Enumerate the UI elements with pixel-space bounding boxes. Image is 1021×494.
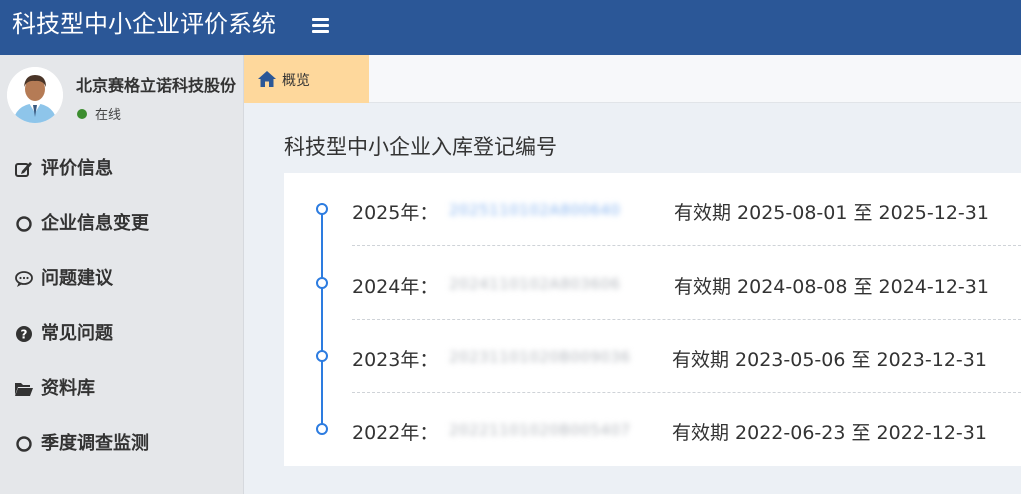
record-year: 2022年： — [352, 422, 439, 444]
sidebar: 北京赛格立诺科技股份 在线 评价信息 企业信息变更 问题建议 ? 常见问题 资料… — [0, 55, 244, 494]
sidebar-item-suggestions[interactable]: 问题建议 — [0, 257, 243, 301]
validity-period: 有效期 2023-05-06 至 2023-12-31 — [672, 349, 987, 371]
timeline-item: 2024年： 2024110102A803606 有效期 2024-08-08 … — [284, 246, 1021, 320]
validity-period: 有效期 2022-06-23 至 2022-12-31 — [672, 422, 987, 444]
sidebar-item-label: 问题建议 — [41, 268, 113, 289]
registration-code: 2024110102A803606 — [449, 275, 621, 293]
avatar — [7, 67, 63, 123]
company-name: 北京赛格立诺科技股份 — [76, 76, 237, 95]
tab-label: 概览 — [282, 73, 310, 89]
tab-overview[interactable]: 概览 — [244, 55, 369, 103]
tab-bar: 概览 — [244, 55, 1021, 103]
comment-icon — [15, 271, 33, 287]
validity-period: 有效期 2024-08-08 至 2024-12-31 — [674, 276, 989, 298]
sidebar-item-label: 资料库 — [41, 378, 95, 399]
sidebar-item-label: 评价信息 — [41, 158, 113, 179]
record-year: 2024年： — [352, 276, 439, 298]
question-circle-icon: ? — [16, 326, 32, 342]
registration-code: 2025110102A800640 — [449, 201, 621, 219]
sidebar-item-label: 季度调查监测 — [41, 433, 149, 454]
user-avatar-icon — [7, 67, 63, 123]
timeline-item: 2023年： 20231101020B009036 有效期 2023-05-06… — [284, 319, 1021, 393]
online-status-dot — [77, 109, 87, 119]
circle-icon — [16, 436, 32, 452]
circle-icon — [16, 216, 32, 232]
timeline-item: 2025年： 2025110102A800640 有效期 2025-08-01 … — [284, 173, 1021, 246]
validity-period: 有效期 2025-08-01 至 2025-12-31 — [674, 202, 989, 224]
record-year: 2023年： — [352, 349, 439, 371]
sidebar-item-library[interactable]: 资料库 — [0, 367, 243, 411]
sidebar-item-company-info-change[interactable]: 企业信息变更 — [0, 202, 243, 246]
page-title: 科技型中小企业入库登记编号 — [284, 135, 557, 159]
sidebar-item-label: 常见问题 — [41, 323, 113, 344]
sidebar-item-quarterly-survey[interactable]: 季度调查监测 — [0, 422, 243, 466]
timeline-item: 2022年： 20221101020B005407 有效期 2022-06-23… — [284, 392, 1021, 465]
timeline-dot — [316, 277, 328, 289]
hamburger-icon[interactable] — [309, 13, 333, 37]
sidebar-item-faq[interactable]: ? 常见问题 — [0, 312, 243, 356]
top-bar: 科技型中小企业评价系统 — [0, 0, 1021, 55]
sidebar-item-evaluation-info[interactable]: 评价信息 — [0, 147, 243, 191]
registration-code: 20231101020B009036 — [449, 348, 631, 366]
timeline-dot — [316, 423, 328, 435]
timeline-dot — [316, 350, 328, 362]
sidebar-item-label: 企业信息变更 — [41, 213, 149, 234]
home-icon — [258, 71, 276, 87]
folder-open-icon — [15, 383, 33, 396]
app-title: 科技型中小企业评价系统 — [12, 10, 276, 38]
registration-timeline-card: 2025年： 2025110102A800640 有效期 2025-08-01 … — [284, 173, 1021, 466]
online-status-label: 在线 — [95, 108, 122, 123]
registration-code: 20221101020B005407 — [449, 421, 631, 439]
svg-text:?: ? — [21, 328, 28, 342]
timeline-dot — [316, 203, 328, 215]
edit-icon — [15, 162, 32, 177]
record-year: 2025年： — [352, 202, 439, 224]
